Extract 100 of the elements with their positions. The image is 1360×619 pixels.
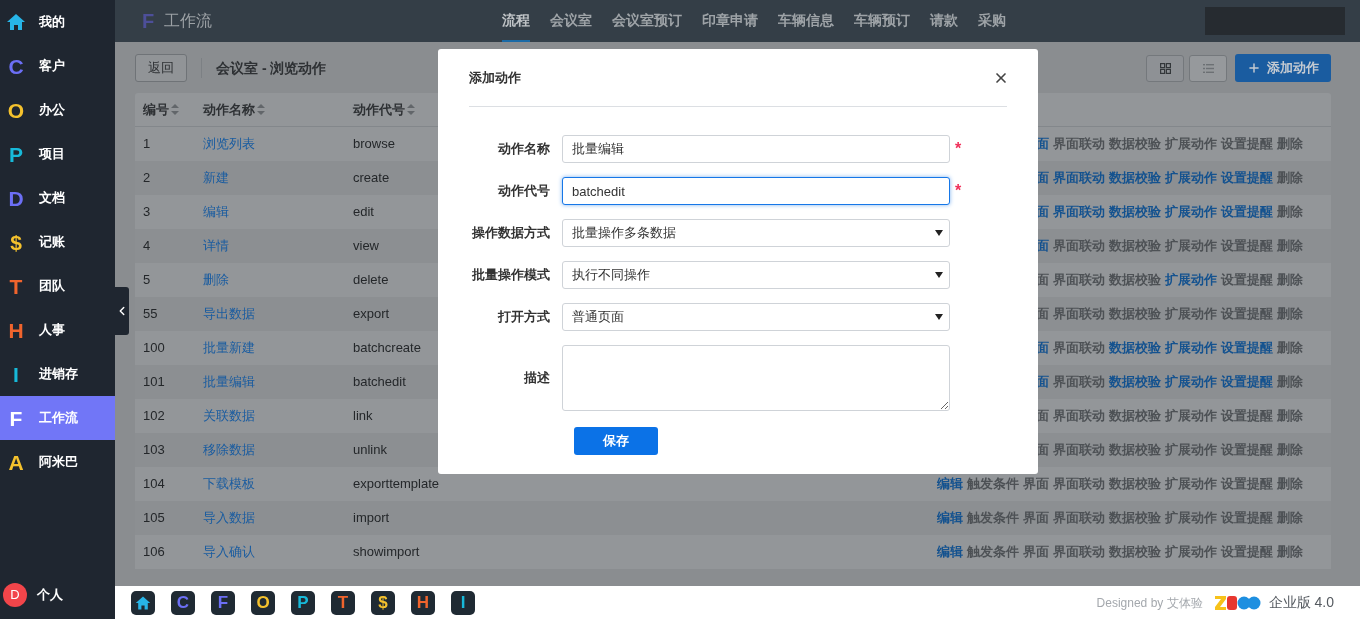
row-action-link[interactable]: 数据校验 <box>1109 168 1161 188</box>
select-field[interactable]: 普通页面 <box>562 303 950 331</box>
row-action-link[interactable]: 扩展动作 <box>1165 134 1217 154</box>
sidebar-item[interactable]: 我的 <box>0 0 115 44</box>
row-action-link[interactable]: 界面联动 <box>1053 372 1105 392</box>
row-action-link[interactable]: 界面联动 <box>1053 168 1105 188</box>
action-name-link[interactable]: 下载模板 <box>203 476 255 492</box>
row-action-link[interactable]: 数据校验 <box>1109 338 1161 358</box>
row-action-link[interactable]: 扩展动作 <box>1165 406 1217 426</box>
nav-tab[interactable]: 车辆信息 <box>778 0 835 42</box>
row-action-link[interactable]: 编辑 <box>937 508 963 528</box>
row-action-link[interactable]: 数据校验 <box>1109 134 1161 154</box>
sidebar-item[interactable]: P 项目 <box>0 132 115 176</box>
row-action-link[interactable]: 删除 <box>1277 406 1303 426</box>
row-action-link[interactable]: 界面 <box>1023 508 1049 528</box>
row-action-link[interactable]: 扩展动作 <box>1165 270 1217 290</box>
sidebar-item[interactable]: $ 记账 <box>0 220 115 264</box>
sidebar-item[interactable]: F 工作流 <box>0 396 115 440</box>
row-action-link[interactable]: 删除 <box>1277 236 1303 256</box>
row-action-link[interactable]: 界面联动 <box>1053 304 1105 324</box>
row-action-link[interactable]: 删除 <box>1277 474 1303 494</box>
row-action-link[interactable]: 设置提醒 <box>1221 168 1273 188</box>
row-action-link[interactable]: 界面联动 <box>1053 542 1105 562</box>
row-action-link[interactable]: 删除 <box>1277 202 1303 222</box>
sidebar-item[interactable]: I 进销存 <box>0 352 115 396</box>
action-name-link[interactable]: 导入数据 <box>203 510 255 526</box>
nav-tab[interactable]: 会议室预订 <box>612 0 683 42</box>
row-action-link[interactable]: 扩展动作 <box>1165 338 1217 358</box>
select-field[interactable]: 执行不同操作 <box>562 261 950 289</box>
row-action-link[interactable]: 扩展动作 <box>1165 304 1217 324</box>
row-action-link[interactable]: 数据校验 <box>1109 304 1161 324</box>
column-header[interactable]: 编号 <box>143 99 203 120</box>
row-action-link[interactable]: 删除 <box>1277 338 1303 358</box>
row-action-link[interactable]: 界面联动 <box>1053 236 1105 256</box>
row-action-link[interactable]: 界面联动 <box>1053 474 1105 494</box>
row-action-link[interactable]: 设置提醒 <box>1221 236 1273 256</box>
row-action-link[interactable]: 界面 <box>1023 474 1049 494</box>
action-name-link[interactable]: 关联数据 <box>203 408 255 424</box>
dock-app-button[interactable]: H <box>411 590 435 615</box>
row-action-link[interactable]: 数据校验 <box>1109 542 1161 562</box>
row-action-link[interactable]: 扩展动作 <box>1165 202 1217 222</box>
row-action-link[interactable]: 界面联动 <box>1053 134 1105 154</box>
sidebar-item[interactable]: A 阿米巴 <box>0 440 115 484</box>
list-view-button[interactable] <box>1189 54 1227 82</box>
user-avatar[interactable]: D <box>3 583 27 607</box>
row-action-link[interactable]: 界面联动 <box>1053 440 1105 460</box>
row-action-link[interactable]: 设置提醒 <box>1221 474 1273 494</box>
dock-app-button[interactable]: $ <box>371 590 395 615</box>
row-action-link[interactable]: 扩展动作 <box>1165 440 1217 460</box>
row-action-link[interactable]: 设置提醒 <box>1221 542 1273 562</box>
column-header[interactable]: 动作代号 <box>353 99 503 120</box>
sidebar-item[interactable]: T 团队 <box>0 264 115 308</box>
collapse-sidebar-button[interactable] <box>115 287 129 335</box>
row-action-link[interactable]: 界面联动 <box>1053 508 1105 528</box>
sort-icon[interactable] <box>407 104 415 115</box>
grid-view-button[interactable] <box>1146 54 1184 82</box>
text-field[interactable]: batchedit <box>562 177 950 205</box>
dock-app-button[interactable]: I <box>451 590 475 615</box>
row-action-link[interactable]: 界面联动 <box>1053 406 1105 426</box>
row-action-link[interactable]: 扩展动作 <box>1165 508 1217 528</box>
action-name-link[interactable]: 移除数据 <box>203 442 255 458</box>
row-action-link[interactable]: 触发条件 <box>967 508 1019 528</box>
nav-tab[interactable]: 采购 <box>978 0 1007 42</box>
add-action-button[interactable]: 添加动作 <box>1235 54 1331 82</box>
row-action-link[interactable]: 数据校验 <box>1109 440 1161 460</box>
row-action-link[interactable]: 数据校验 <box>1109 508 1161 528</box>
action-name-link[interactable]: 导出数据 <box>203 306 255 322</box>
row-action-link[interactable]: 设置提醒 <box>1221 134 1273 154</box>
user-label[interactable]: 个人 <box>37 585 63 605</box>
dock-app-button[interactable]: F <box>211 590 235 615</box>
dock-app-button[interactable]: C <box>171 590 195 615</box>
row-action-link[interactable]: 设置提醒 <box>1221 270 1273 290</box>
row-action-link[interactable]: 编辑 <box>937 474 963 494</box>
row-action-link[interactable]: 数据校验 <box>1109 202 1161 222</box>
sidebar-item[interactable]: C 客户 <box>0 44 115 88</box>
nav-tab[interactable]: 会议室 <box>550 0 593 42</box>
sidebar-item[interactable]: D 文档 <box>0 176 115 220</box>
row-action-link[interactable]: 设置提醒 <box>1221 338 1273 358</box>
row-action-link[interactable]: 设置提醒 <box>1221 508 1273 528</box>
row-action-link[interactable]: 数据校验 <box>1109 474 1161 494</box>
action-name-link[interactable]: 浏览列表 <box>203 136 255 152</box>
row-action-link[interactable]: 数据校验 <box>1109 270 1161 290</box>
row-action-link[interactable]: 设置提醒 <box>1221 304 1273 324</box>
row-action-link[interactable]: 删除 <box>1277 168 1303 188</box>
dock-app-button[interactable]: O <box>251 590 275 615</box>
row-action-link[interactable]: 设置提醒 <box>1221 202 1273 222</box>
row-action-link[interactable]: 扩展动作 <box>1165 542 1217 562</box>
row-action-link[interactable]: 删除 <box>1277 134 1303 154</box>
dock-app-button[interactable]: T <box>331 590 355 615</box>
row-action-link[interactable]: 扩展动作 <box>1165 372 1217 392</box>
row-action-link[interactable]: 触发条件 <box>967 542 1019 562</box>
action-name-link[interactable]: 删除 <box>203 272 229 288</box>
dock-app-button[interactable]: P <box>291 590 315 615</box>
back-button[interactable]: 返回 <box>135 54 187 82</box>
row-action-link[interactable]: 界面联动 <box>1053 202 1105 222</box>
action-name-link[interactable]: 详情 <box>203 238 229 254</box>
row-action-link[interactable]: 数据校验 <box>1109 372 1161 392</box>
action-name-link[interactable]: 导入确认 <box>203 544 255 560</box>
action-name-link[interactable]: 批量编辑 <box>203 374 255 390</box>
row-action-link[interactable]: 删除 <box>1277 542 1303 562</box>
